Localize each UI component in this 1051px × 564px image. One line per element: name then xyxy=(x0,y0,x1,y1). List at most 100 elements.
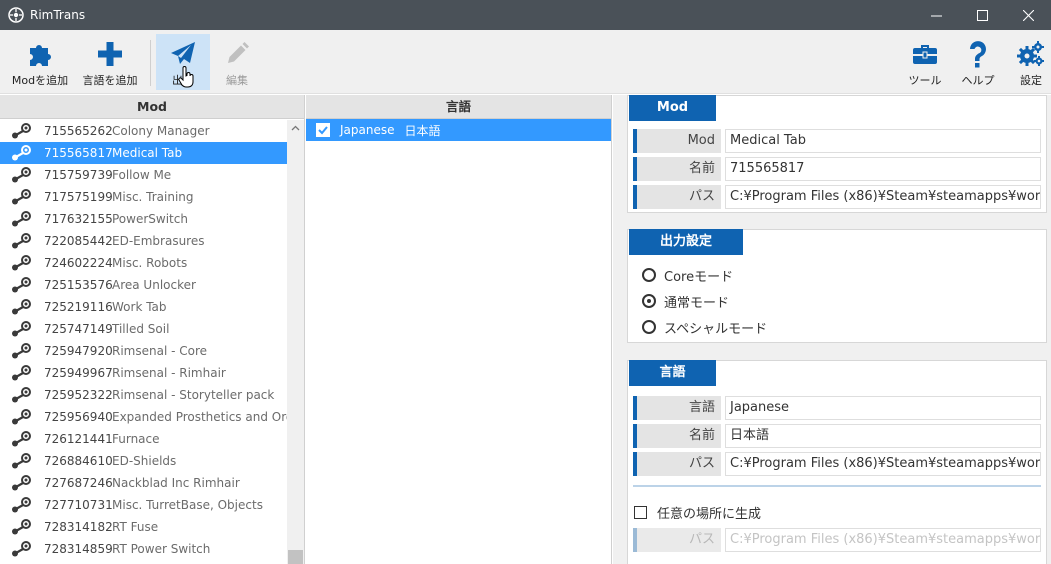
steam-icon xyxy=(12,211,31,227)
custom-path-row: パス C:¥Program Files (x86)¥Steam¥steamapp… xyxy=(633,528,1041,552)
custom-location-option[interactable]: 任意の場所に生成 xyxy=(634,502,761,522)
mod-name-row: 名前 715565817 xyxy=(633,157,1041,181)
paper-plane-icon xyxy=(171,42,195,64)
mod-id: 725153576 xyxy=(44,278,113,292)
mod-group: Mod Mod Medical Tab 名前 715565817 パス C:¥P… xyxy=(627,95,1047,213)
minimize-button[interactable] xyxy=(913,0,959,30)
mod-list-item[interactable]: 715565262 Colony Manager xyxy=(0,120,288,142)
mod-name: Expanded Prosthetics and Organ xyxy=(112,410,288,424)
mod-name: Nackblad Inc Rimhair xyxy=(112,476,240,490)
edit-label: 編集 xyxy=(226,74,248,87)
mod-name-value[interactable]: 715565817 xyxy=(725,157,1041,181)
output-settings-group: 出力設定 Coreモード 通常モード スペシャルモード xyxy=(627,229,1047,343)
language-name: Japanese xyxy=(340,123,395,137)
normal-mode-radio[interactable] xyxy=(642,294,656,308)
mod-id: 724602224 xyxy=(44,256,113,270)
mod-id: 725219116 xyxy=(44,300,113,314)
output-button[interactable]: 出力 xyxy=(156,34,210,90)
settings-button[interactable]: 設定 xyxy=(1012,34,1050,90)
mod-list-item[interactable]: 727710731 Misc. TurretBase, Objects xyxy=(0,494,288,516)
mod-name: Misc. TurretBase, Objects xyxy=(112,498,263,512)
pencil-icon xyxy=(228,42,249,63)
maximize-button[interactable] xyxy=(959,0,1005,30)
mod-list-item[interactable]: 726121441 Furnace xyxy=(0,428,288,450)
scroll-thumb[interactable] xyxy=(288,550,303,564)
mod-id: 725949967 xyxy=(44,366,113,380)
gears-icon xyxy=(1017,41,1044,66)
core-mode-radio[interactable] xyxy=(642,268,656,282)
mod-list-scrollbar[interactable] xyxy=(287,120,304,564)
language-name-value[interactable]: 日本語 xyxy=(725,424,1041,448)
steam-icon xyxy=(12,497,31,513)
mod-name: RT Power Switch xyxy=(112,542,211,556)
mod-column-header[interactable]: Mod xyxy=(0,95,304,119)
language-panel: 言語 Japanese 日本語 xyxy=(306,95,612,564)
close-icon xyxy=(1022,9,1034,21)
toolbar-separator xyxy=(150,40,151,86)
mod-path-value[interactable]: C:¥Program Files (x86)¥Steam¥steamapps¥w… xyxy=(725,185,1041,209)
language-list-item[interactable]: Japanese 日本語 xyxy=(306,119,611,141)
mod-list-item[interactable]: 726884610 ED-Shields xyxy=(0,450,288,472)
toolbar: Modを追加 言語を追加 出力 編集 xyxy=(0,30,1051,94)
mod-id: 726884610 xyxy=(44,454,113,468)
mod-list-item[interactable]: 722085442 ED-Embrasures xyxy=(0,230,288,252)
mod-list-item[interactable]: 715565817 Medical Tab xyxy=(0,142,288,164)
language-group-tab: 言語 xyxy=(629,360,716,386)
steam-icon xyxy=(12,431,31,447)
mod-id: 715565817 xyxy=(44,146,113,160)
mod-list-item[interactable]: 725952322 Rimsenal - Storyteller pack xyxy=(0,384,288,406)
mod-group-tab: Mod xyxy=(629,95,716,121)
language-path-value[interactable]: C:¥Program Files (x86)¥Steam¥steamapps¥w… xyxy=(725,452,1041,476)
checked-checkbox-icon[interactable] xyxy=(316,123,330,137)
special-mode-radio[interactable] xyxy=(642,320,656,334)
mod-id: 728314182 xyxy=(44,520,113,534)
mod-name: ED-Embrasures xyxy=(112,234,205,248)
add-language-button[interactable]: 言語を追加 xyxy=(78,34,142,90)
custom-location-checkbox[interactable] xyxy=(634,505,647,519)
language-group: 言語 言語 Japanese 名前 日本語 パス C:¥Program File… xyxy=(627,360,1047,564)
mod-id: 725947920 xyxy=(44,344,113,358)
mod-list-item[interactable]: 725956940Expanded Prosthetics and Organ xyxy=(0,406,288,428)
normal-mode-option[interactable]: 通常モード xyxy=(642,291,729,311)
mod-list-item[interactable]: 715759739 Follow Me xyxy=(0,164,288,186)
core-mode-option[interactable]: Coreモード xyxy=(642,265,733,285)
toolbox-icon xyxy=(913,45,937,64)
edit-button[interactable]: 編集 xyxy=(214,34,260,90)
mod-list-item[interactable]: 725947920 Rimsenal - Core xyxy=(0,340,288,362)
language-field-value[interactable]: Japanese xyxy=(725,396,1041,420)
steam-icon xyxy=(12,167,31,183)
mod-list-item[interactable]: 724602224 Misc. Robots xyxy=(0,252,288,274)
mod-field-value[interactable]: Medical Tab xyxy=(725,129,1041,153)
normal-mode-label: 通常モード xyxy=(664,295,730,311)
mod-id: 715759739 xyxy=(44,168,113,182)
custom-path-value[interactable]: C:¥Program Files (x86)¥Steam¥steamapps¥w… xyxy=(725,528,1041,552)
mod-name: Rimsenal - Storyteller pack xyxy=(112,388,275,402)
mod-list-item[interactable]: 725949967 Rimsenal - Rimhair xyxy=(0,362,288,384)
steam-icon xyxy=(12,233,31,249)
mod-list-item[interactable]: 725747149 Tilled Soil xyxy=(0,318,288,340)
close-button[interactable] xyxy=(1005,0,1051,30)
steam-icon xyxy=(12,343,31,359)
steam-icon xyxy=(12,189,31,205)
app-logo-icon xyxy=(8,7,24,23)
mod-list-item[interactable]: 717632155 PowerSwitch xyxy=(0,208,288,230)
mod-id: 725747149 xyxy=(44,322,113,336)
language-column-header[interactable]: 言語 xyxy=(306,95,611,119)
mod-list-item[interactable]: 728314859 RT Power Switch xyxy=(0,538,288,560)
mod-list-item[interactable]: 725153576 Area Unlocker xyxy=(0,274,288,296)
tools-button[interactable]: ツール xyxy=(904,34,946,90)
scroll-up-arrow-icon[interactable] xyxy=(291,124,300,133)
add-mod-button[interactable]: Modを追加 xyxy=(6,34,74,90)
mod-name: Rimsenal - Rimhair xyxy=(112,366,226,380)
help-button[interactable]: ヘルプ xyxy=(956,34,1000,90)
mod-list-item[interactable]: 717575199 Misc. Training xyxy=(0,186,288,208)
mod-list-item[interactable]: 728314182 RT Fuse xyxy=(0,516,288,538)
special-mode-option[interactable]: スペシャルモード xyxy=(642,317,767,337)
mod-list-item[interactable]: 727687246 Nackblad Inc Rimhair xyxy=(0,472,288,494)
custom-location-label: 任意の場所に生成 xyxy=(657,506,762,522)
steam-icon xyxy=(12,453,31,469)
minimize-icon xyxy=(930,15,942,16)
mod-path-row: パス C:¥Program Files (x86)¥Steam¥steamapp… xyxy=(633,185,1041,209)
mod-name: Colony Manager xyxy=(112,124,210,138)
mod-list-item[interactable]: 725219116 Work Tab xyxy=(0,296,288,318)
